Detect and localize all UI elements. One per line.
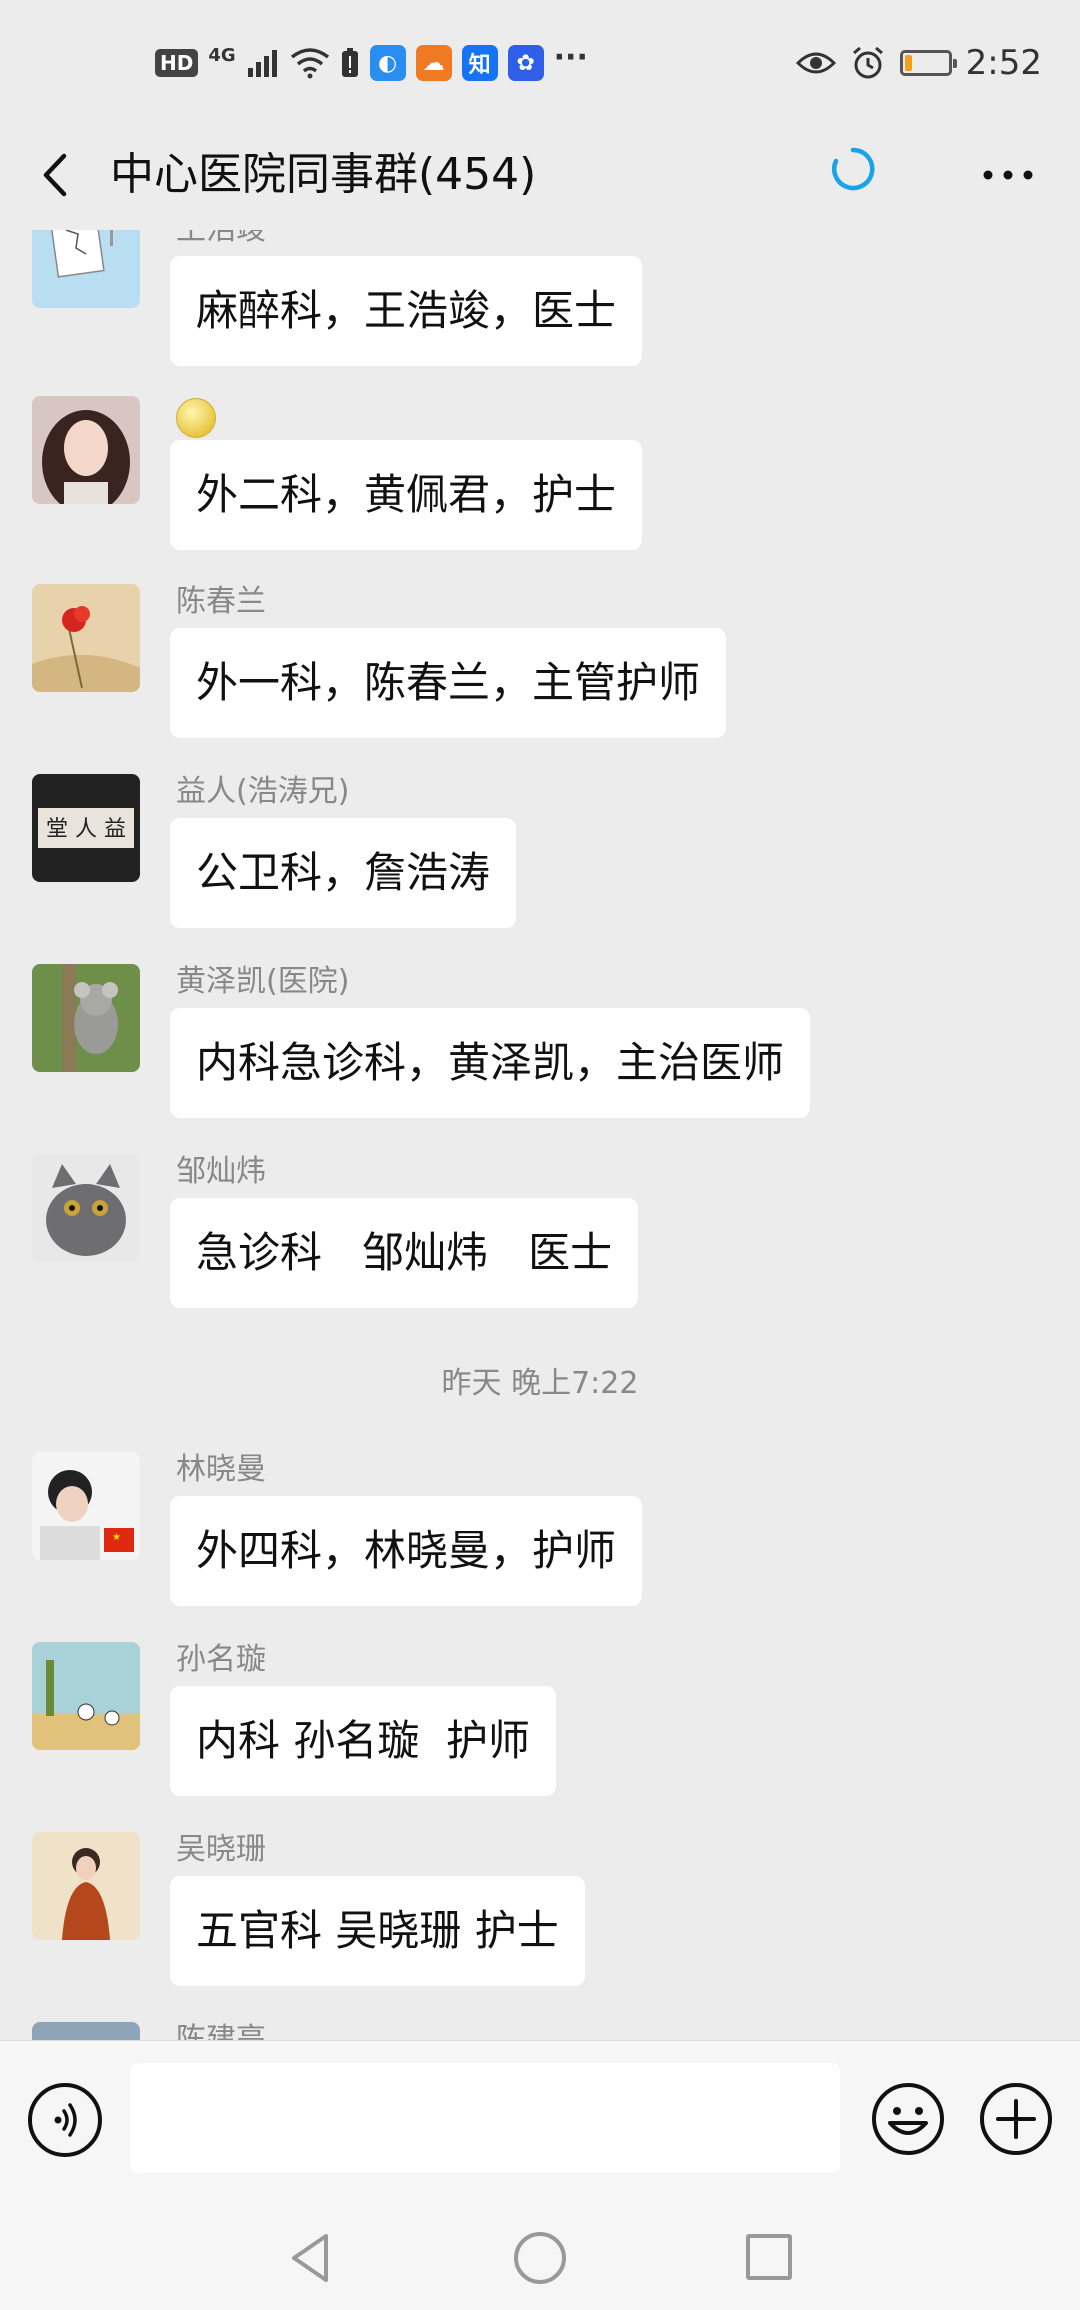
- status-right: 2:52: [795, 38, 1042, 88]
- nav-home-icon[interactable]: [514, 2232, 566, 2284]
- calligraphy-avatar[interactable]: 堂 人 益: [32, 774, 140, 882]
- nav-recents-icon[interactable]: [746, 2234, 792, 2280]
- more-options-icon[interactable]: [970, 150, 1050, 200]
- chat-message: 王浩竣麻醉科，王浩竣，医士: [0, 230, 1080, 392]
- message-timestamp: 昨天 晚上7:22: [441, 1366, 639, 1401]
- clock: 2:52: [965, 43, 1042, 83]
- chat-header: 中心医院同事群(454): [0, 120, 1080, 230]
- koala-avatar[interactable]: [32, 964, 140, 1072]
- svg-text:★: ★: [112, 1532, 121, 1543]
- message-bubble[interactable]: 外一科，陈春兰，主管护师: [170, 628, 727, 738]
- eye-icon: [795, 52, 836, 74]
- chat-message: 陈春兰外一科，陈春兰，主管护师: [0, 584, 1080, 764]
- chat-message: 陈建亮: [0, 2022, 1080, 2040]
- uc-browser-icon: ☁: [415, 45, 452, 81]
- child-flag-avatar[interactable]: ★: [32, 1452, 140, 1560]
- sender-name: 陈春兰: [176, 584, 266, 619]
- sender-name: 吴晓珊: [176, 1832, 266, 1867]
- sender-name: 邹灿炜: [176, 1154, 266, 1189]
- sender-name: 王浩竣: [176, 230, 266, 250]
- sender-name: 孙名璇: [176, 1642, 266, 1677]
- wifi-icon: [290, 48, 329, 79]
- message-bubble[interactable]: 外二科，黄佩君，护士: [170, 440, 643, 550]
- add-attachment-icon[interactable]: [978, 2081, 1054, 2157]
- baidu-icon: ✿: [507, 45, 544, 81]
- voice-icon: [54, 2103, 77, 2137]
- network-type: 4G: [208, 44, 236, 66]
- cat-avatar[interactable]: [32, 1154, 140, 1262]
- woman-avatar[interactable]: [32, 1832, 140, 1940]
- chat-message: 外二科，黄佩君，护士: [0, 396, 1080, 576]
- overflow-icon: ···: [553, 39, 588, 75]
- message-bubble[interactable]: 公卫科，詹浩涛: [170, 818, 517, 928]
- battery-icon: [899, 50, 957, 76]
- svg-text:堂 人 益: 堂 人 益: [46, 817, 126, 842]
- message-bubble[interactable]: 五官科 吴晓珊 护士: [170, 1876, 585, 1986]
- message-bubble[interactable]: 外四科，林晓曼，护师: [170, 1496, 643, 1606]
- message-list[interactable]: 王浩竣麻醉科，王浩竣，医士外二科，黄佩君，护士陈春兰外一科，陈春兰，主管护师堂 …: [0, 230, 1080, 2040]
- message-bubble[interactable]: 内科 孙名璇 护师: [170, 1686, 557, 1796]
- sketch-avatar[interactable]: [32, 230, 140, 308]
- system-nav-bar: [0, 2230, 1080, 2310]
- chat-message: 黄泽凯(医院) 内科急诊科，黄泽凯，主治医师: [0, 964, 1080, 1144]
- chat-message: 堂 人 益 益人(浩涛兄) 公卫科，詹浩涛: [0, 774, 1080, 954]
- sender-name: 林晓曼: [176, 1452, 266, 1487]
- landscape-avatar[interactable]: [32, 2022, 140, 2040]
- alert-battery-icon: [341, 48, 358, 77]
- notification-icons: ◐ ☁ 知 ✿: [369, 45, 544, 81]
- message-bubble[interactable]: 内科急诊科，黄泽凯，主治医师: [170, 1008, 811, 1118]
- flower-avatar[interactable]: [32, 584, 140, 692]
- girl-avatar[interactable]: [32, 396, 140, 504]
- message-input[interactable]: [130, 2063, 840, 2173]
- status-left: HD 4G ◐ ☁ 知 ✿ ···: [155, 38, 588, 88]
- chat-message: 孙名璇内科 孙名璇 护师: [0, 1642, 1080, 1822]
- loading-spinner-icon: [832, 147, 875, 191]
- zhihu-icon: 知: [461, 45, 498, 81]
- chat-message: ★ 林晓曼外四科，林晓曼，护师: [0, 1452, 1080, 1632]
- chat-message: 邹灿炜急诊科 邹灿炜 医士: [0, 1154, 1080, 1334]
- message-bubble[interactable]: 急诊科 邹灿炜 医士: [170, 1198, 639, 1308]
- hd-badge: HD: [155, 49, 199, 77]
- sender-name: 陈建亮: [176, 2022, 266, 2040]
- alarm-icon: [852, 46, 883, 79]
- nav-back-icon[interactable]: [286, 2230, 336, 2290]
- emoji-button-icon[interactable]: [870, 2081, 946, 2157]
- message-bubble[interactable]: 麻醉科，王浩竣，医士: [170, 256, 643, 366]
- chat-message: 吴晓珊五官科 吴晓珊 护士: [0, 1832, 1080, 2012]
- sender-name: 黄泽凯(医院): [176, 964, 350, 999]
- input-bar: [0, 2040, 1080, 2231]
- cartoon-avatar[interactable]: [32, 1642, 140, 1750]
- sender-emoji-icon: [176, 398, 216, 438]
- status-bar: HD 4G ◐ ☁ 知 ✿ ··· 2:52: [0, 0, 1080, 120]
- signal-icon: [247, 50, 277, 77]
- chat-title: 中心医院同事群(454): [110, 149, 537, 200]
- qq-browser-icon: ◐: [369, 45, 406, 81]
- sender-name: 益人(浩涛兄): [176, 774, 350, 809]
- voice-input-button[interactable]: [28, 2083, 102, 2157]
- back-arrow-icon[interactable]: [28, 142, 88, 208]
- battery-level: [904, 55, 912, 71]
